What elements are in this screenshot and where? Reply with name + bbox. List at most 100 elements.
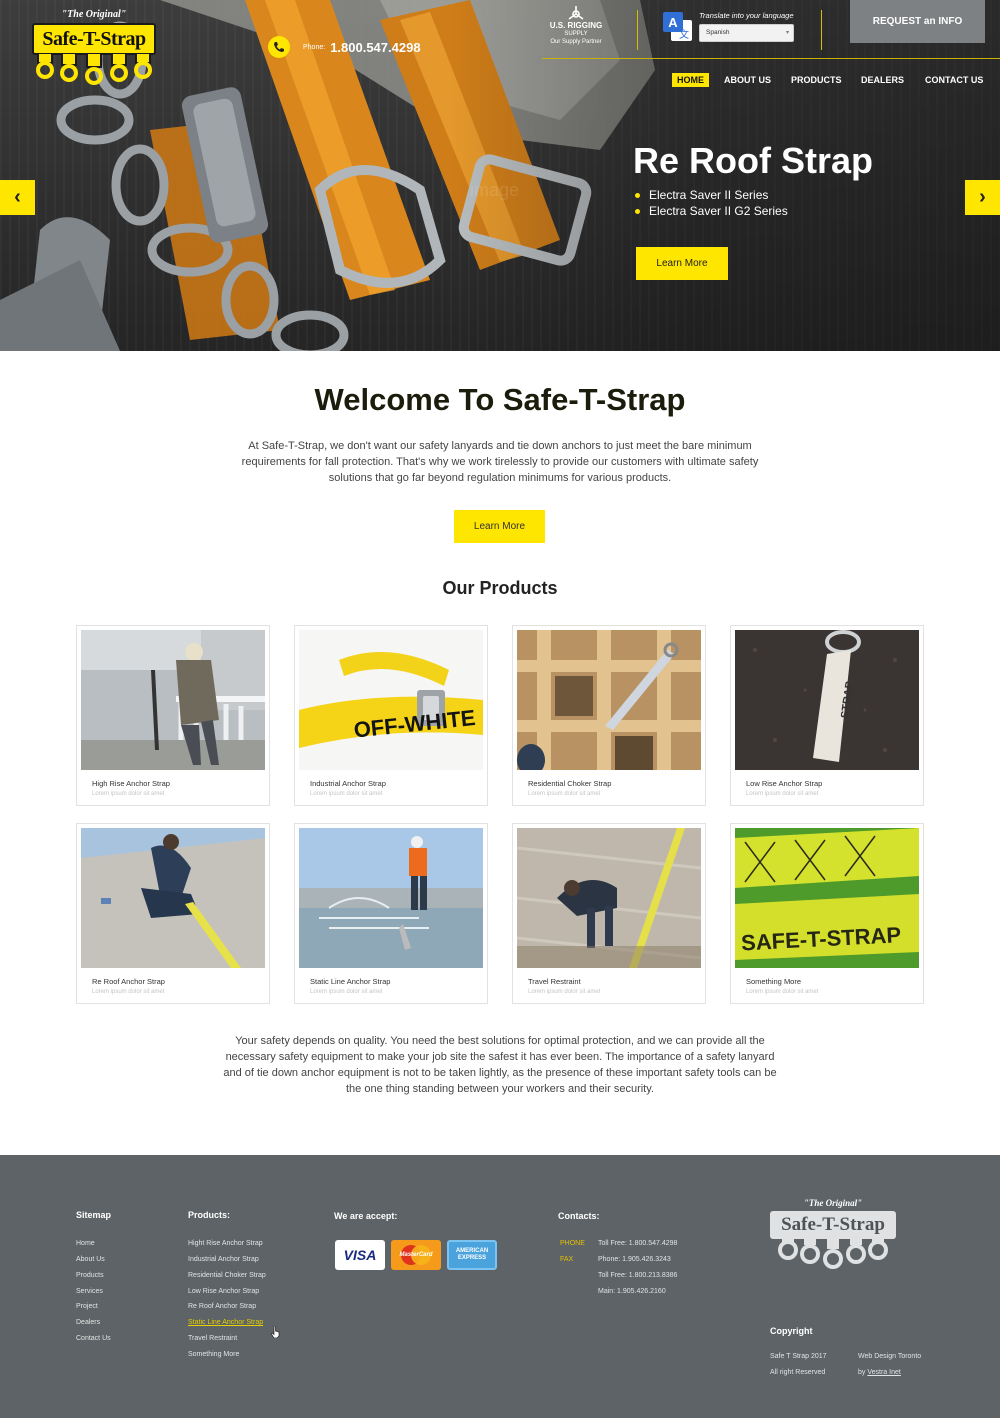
logo-rings-icon [36,53,152,85]
footer-link-products[interactable]: Products [76,1272,104,1279]
product-title: Something More [746,977,802,986]
welcome-title: Welcome To Safe-T-Strap [314,382,686,417]
footer-logo-rings-icon [778,1236,888,1269]
visa-card-icon: VISA [335,1240,385,1270]
product-card-industrial[interactable]: OFF-WHITE Industrial Anchor Strap Lorem … [294,625,488,806]
chevron-down-icon: ▾ [785,30,789,36]
partner-logo[interactable]: U.S. RIGGING SUPPLY Our Supply Partner [541,5,611,49]
slide-title: Re Roof Strap [633,140,874,181]
contact-value: Toll Free: 1.800.547.4298 [598,1240,678,1247]
product-title: Industrial Anchor Strap [310,779,386,788]
slide-learn-more-button[interactable]: Learn More [636,247,728,280]
footer-product-link-active[interactable]: Static Line Anchor Strap [188,1319,263,1326]
footer-product-link[interactable]: Something More [188,1351,239,1358]
nav-contact-us[interactable]: CONTACT US [925,73,983,87]
credit-link[interactable]: Vestra Inet [867,1369,900,1376]
footer-link-services[interactable]: Services [76,1288,103,1295]
product-subtitle: Lorem ipsum dolor sit amet [528,791,601,797]
footer-link-about[interactable]: About Us [76,1256,105,1263]
translate-icon: A 文 [663,12,692,41]
logo-wordmark: Safe-T-Strap [32,23,156,55]
product-title: Travel Restraint [528,977,581,986]
chevron-left-icon: ‹ [14,186,21,208]
nav-home[interactable]: HOME [672,73,709,87]
product-subtitle: Lorem ipsum dolor sit amet [310,791,383,797]
product-card-travel-restraint[interactable]: Travel Restraint Lorem ipsum dolor sit a… [512,823,706,1004]
welcome-text: At Safe-T-Strap, we don't want our safet… [241,440,759,484]
svg-text:文: 文 [679,28,689,41]
product-subtitle: Lorem ipsum dolor sit amet [310,989,383,995]
slider-prev-button[interactable]: ‹ [0,180,35,215]
visa-label: VISA [343,1247,377,1263]
footer-product-link[interactable]: Travel Restraint [188,1335,237,1342]
product-image [517,630,701,770]
hero-watermark: image [470,180,520,200]
nav-products[interactable]: PRODUCTS [791,73,842,87]
amex-card-icon: AMERICAN EXPRESS [447,1240,497,1270]
credit-by: by [858,1369,866,1376]
footer-link-project[interactable]: Project [76,1303,98,1310]
nav-about-us[interactable]: ABOUT US [724,73,771,87]
product-image [81,630,265,770]
footer-logo-tagline: "The Original" [803,1198,863,1208]
copyright-line: Safe T Strap 2017 [770,1353,827,1360]
contact-fax-label: FAX [560,1256,574,1263]
request-info-button[interactable]: REQUEST an INFO [850,0,985,43]
product-card-something-more[interactable]: SAFE-T-STRAP Something More Lorem ipsum … [730,823,924,1004]
product-title: Residential Choker Strap [528,779,612,788]
product-subtitle: Lorem ipsum dolor sit amet [746,989,819,995]
contact-phone-label: PHONE [560,1240,585,1247]
footer-link-home[interactable]: Home [76,1240,95,1247]
product-card-low-rise[interactable]: STRAP Low Rise Anchor Strap Lorem ipsum … [730,625,924,806]
phone-number[interactable]: 1.800.547.4298 [330,40,420,55]
product-subtitle: Lorem ipsum dolor sit amet [746,791,819,797]
slide-bullet: Electra Saver II G2 Series [635,203,788,219]
language-select[interactable]: Spanish ▾ [699,24,794,42]
rigging-star-icon [568,6,584,20]
footer-link-contact[interactable]: Contact Us [76,1335,111,1342]
footer-contacts-title: Contacts: [558,1211,600,1221]
site-logo[interactable]: "The Original" Safe-T-Strap [30,9,158,85]
mastercard-icon: MasterCard [391,1240,441,1270]
footer-product-link[interactable]: Industrial Anchor Strap [188,1256,259,1263]
header-phone[interactable]: Phone: 1.800.547.4298 [268,36,421,58]
footer-logo-wordmark: Safe-T-Strap [770,1211,896,1239]
nav-dealers[interactable]: DEALERS [861,73,904,87]
contact-value: Toll Free: 1.800.213.8386 [598,1272,678,1279]
phone-label: Phone: [303,43,326,51]
product-image: STRAP [735,630,919,770]
amex-label-1: AMERICAN [455,1248,489,1254]
header-divider [821,10,822,50]
mouse-cursor-icon [271,1326,280,1338]
partner-name: U.S. RIGGING [549,21,603,30]
header-rule [542,58,1000,59]
footer-copyright-title: Copyright [770,1326,813,1336]
product-card-high-rise[interactable]: High Rise Anchor Strap Lorem ipsum dolor… [76,625,270,806]
product-image [81,828,265,968]
product-card-residential[interactable]: Residential Choker Strap Lorem ipsum dol… [512,625,706,806]
footer-product-link[interactable]: Residential Choker Strap [188,1272,266,1279]
footer-product-link[interactable]: Hight Rise Anchor Strap [188,1240,263,1247]
product-card-re-roof[interactable]: Re Roof Anchor Strap Lorem ipsum dolor s… [76,823,270,1004]
slide-bullet-text: Electra Saver II Series [649,188,769,202]
header-divider [637,10,638,50]
bullet-dot [635,193,640,198]
product-title: Re Roof Anchor Strap [92,977,165,986]
footer-product-link[interactable]: Re Roof Anchor Strap [188,1303,256,1310]
product-title: High Rise Anchor Strap [92,779,170,788]
product-image [299,828,483,968]
product-image: OFF-WHITE [299,630,483,770]
slide-bullet-text: Electra Saver II G2 Series [649,204,788,218]
footer-logo[interactable]: "The Original" Safe-T-Strap [770,1198,896,1274]
mastercard-label: MasterCard [399,1252,433,1258]
slide-bullet: Electra Saver II Series [635,187,788,203]
product-title: Low Rise Anchor Strap [746,779,823,788]
footer-product-link[interactable]: Low Rise Anchor Strap [188,1288,259,1295]
bullet-dot [635,209,640,214]
phone-icon [268,36,290,58]
chevron-right-icon: › [979,186,986,208]
welcome-learn-more-button[interactable]: Learn More [454,510,545,543]
footer-link-dealers[interactable]: Dealers [76,1319,100,1326]
product-card-static-line[interactable]: Static Line Anchor Strap Lorem ipsum dol… [294,823,488,1004]
slider-next-button[interactable]: › [965,180,1000,215]
